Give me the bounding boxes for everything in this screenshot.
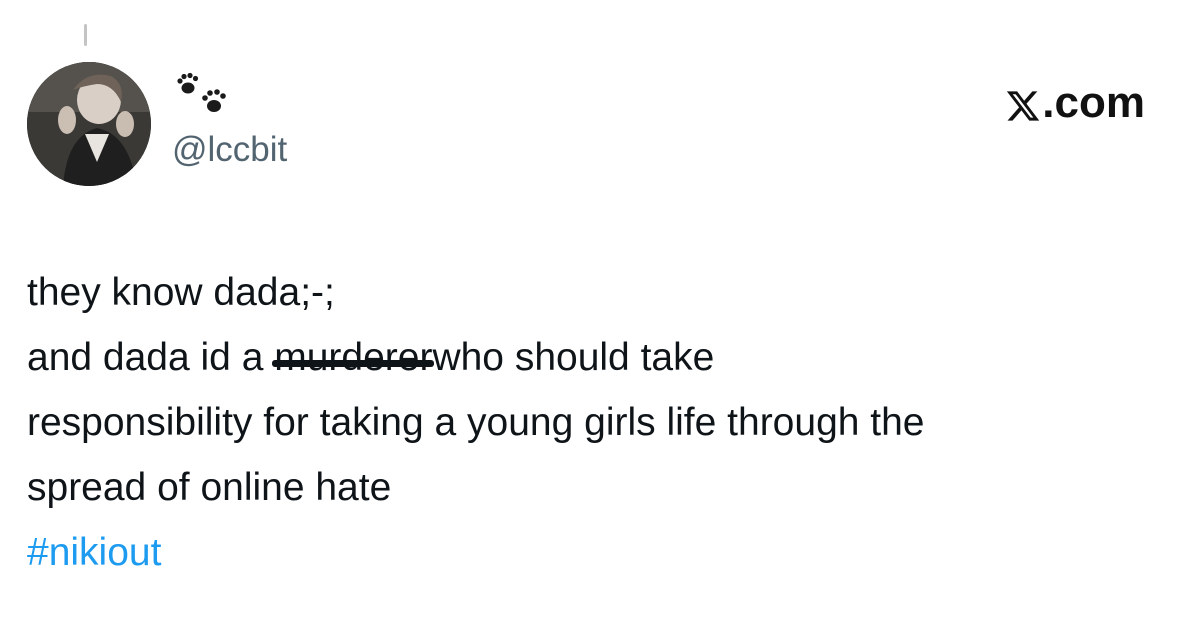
avatar-photo	[27, 62, 151, 186]
tweet-line-3: responsibility for taking a young girls …	[27, 401, 925, 444]
struck-out-word: murderer	[272, 325, 435, 390]
x-com-watermark: .com	[1005, 78, 1145, 128]
tweet-line-1: they know dada;-;	[27, 271, 335, 314]
x-logo-icon	[1005, 85, 1041, 121]
tweet-line-2-start: and dada id a	[27, 336, 275, 379]
scroll-indicator	[84, 24, 87, 46]
user-handle[interactable]: @lccbit	[172, 128, 287, 172]
tweet-line-2-end: who should take	[432, 336, 715, 379]
display-name-emoji	[174, 72, 234, 122]
avatar[interactable]	[27, 62, 151, 186]
tweet-text: they know dada;-; and dada id a murderer…	[27, 260, 1167, 585]
watermark-text: .com	[1042, 78, 1145, 127]
tweet-line-2: and dada id a murdererwho should take	[27, 325, 1167, 390]
paw-prints-icon	[177, 72, 226, 112]
tweet-line-4: spread of online hate	[27, 466, 392, 509]
hashtag-link[interactable]: #nikiout	[27, 520, 161, 585]
